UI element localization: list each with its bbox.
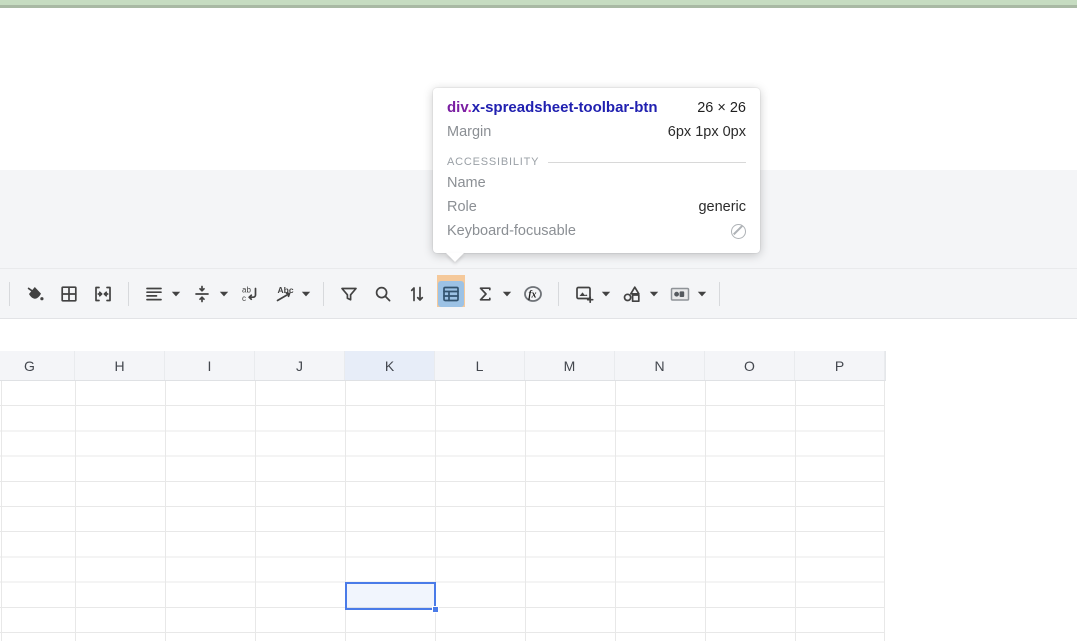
functions-sum-button[interactable] <box>472 281 498 307</box>
filter-button[interactable] <box>336 281 362 307</box>
chevron-down-icon <box>601 291 611 297</box>
toolbar-divider <box>9 282 10 306</box>
chevron-down-icon <box>171 291 181 297</box>
fill-handle[interactable] <box>432 606 439 613</box>
devtools-highlight-band <box>0 0 1077 8</box>
devtools-inspect-tooltip: div.x-spreadsheet-toolbar-btn 26 × 26 Ma… <box>433 88 760 253</box>
toolbar-divider <box>719 282 720 306</box>
fx-circle-icon: fx <box>522 283 544 305</box>
shapes-icon <box>622 284 642 304</box>
chevron-down-icon <box>649 291 659 297</box>
column-header-i[interactable]: I <box>165 351 255 380</box>
table-icon <box>441 284 461 304</box>
horizontal-align-caret[interactable] <box>169 281 183 307</box>
insert-chart-caret[interactable] <box>695 281 709 307</box>
align-left-icon <box>144 284 164 304</box>
element-tag: div <box>447 99 468 116</box>
toolbar-divider <box>558 282 559 306</box>
insert-image-caret[interactable] <box>599 281 613 307</box>
borders-button[interactable] <box>56 281 82 307</box>
a11y-name-label: Name <box>447 171 486 195</box>
valign-middle-icon <box>192 284 212 304</box>
toolbar-divider <box>323 282 324 306</box>
table-button-inspected[interactable] <box>438 281 464 307</box>
chevron-down-icon <box>219 291 229 297</box>
margin-label: Margin <box>447 120 491 144</box>
spreadsheet-toolbar: ab c Abc <box>0 269 1077 319</box>
not-allowed-icon <box>731 224 746 239</box>
insert-image-button[interactable] <box>571 281 597 307</box>
column-header-g[interactable]: G <box>0 351 75 380</box>
search-button[interactable] <box>370 281 396 307</box>
svg-text:fx: fx <box>528 290 536 301</box>
column-header-n[interactable]: N <box>615 351 705 380</box>
column-header-p[interactable]: P <box>795 351 885 380</box>
element-selector: div.x-spreadsheet-toolbar-btn <box>447 96 658 120</box>
a11y-focusable-label: Keyboard-focusable <box>447 219 576 243</box>
text-rotation-caret[interactable] <box>299 281 313 307</box>
insert-shapes-caret[interactable] <box>647 281 661 307</box>
sort-button[interactable] <box>404 281 430 307</box>
accessibility-section-header: ACCESSIBILITY <box>447 153 746 171</box>
chevron-down-icon <box>301 291 311 297</box>
sort-arrows-icon <box>407 284 427 304</box>
merge-cells-button[interactable] <box>90 281 116 307</box>
insert-shapes-button[interactable] <box>619 281 645 307</box>
text-rotation-button[interactable]: Abc <box>271 281 297 307</box>
column-header-h[interactable]: H <box>75 351 165 380</box>
text-wrap-button[interactable]: ab c <box>237 281 263 307</box>
column-header-k-selected[interactable]: K <box>345 351 435 380</box>
named-function-button[interactable]: fx <box>520 281 546 307</box>
text-rotation-icon: Abc <box>274 284 294 304</box>
section-rule <box>548 162 746 163</box>
functions-sum-caret[interactable] <box>500 281 514 307</box>
accessibility-title: ACCESSIBILITY <box>447 156 539 168</box>
svg-text:Abc: Abc <box>278 285 294 295</box>
merge-cells-icon <box>93 284 113 304</box>
horizontal-align-button[interactable] <box>141 281 167 307</box>
highlight-band-dark <box>0 5 1077 8</box>
margin-value: 6px 1px 0px <box>668 120 746 144</box>
element-class: x-spreadsheet-toolbar-btn <box>472 99 658 116</box>
svg-text:c: c <box>242 294 246 303</box>
insert-chart-button[interactable] <box>667 281 693 307</box>
chevron-down-icon <box>697 291 707 297</box>
text-wrap-icon: ab c <box>240 284 260 304</box>
tooltip-arrow <box>446 253 464 262</box>
borders-grid-icon <box>59 284 79 304</box>
selected-cell[interactable] <box>345 582 436 610</box>
magnifier-icon <box>373 284 393 304</box>
a11y-role-label: Role <box>447 195 477 219</box>
paint-bucket-icon <box>25 284 45 304</box>
a11y-role-value: generic <box>698 195 746 219</box>
element-dimensions: 26 × 26 <box>697 96 746 120</box>
sigma-icon <box>475 284 495 304</box>
column-header-j[interactable]: J <box>255 351 345 380</box>
vertical-align-caret[interactable] <box>217 281 231 307</box>
chevron-down-icon <box>502 291 512 297</box>
image-plus-icon <box>574 284 594 304</box>
toolbar-divider <box>128 282 129 306</box>
column-header-l[interactable]: L <box>435 351 525 380</box>
funnel-icon <box>339 284 359 304</box>
fill-color-button[interactable] <box>22 281 48 307</box>
column-header-m[interactable]: M <box>525 351 615 380</box>
column-header-o[interactable]: O <box>705 351 795 380</box>
vertical-align-button[interactable] <box>189 281 215 307</box>
column-header-row: G H I J K L M N O P <box>0 351 886 381</box>
spreadsheet-grid[interactable] <box>0 381 885 641</box>
chart-placeholder-icon <box>669 284 691 304</box>
